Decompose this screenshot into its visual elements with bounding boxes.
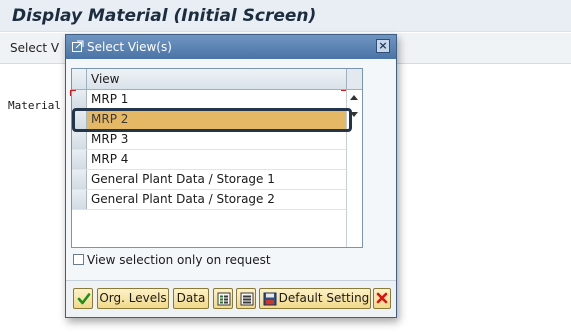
material-label: Material bbox=[8, 99, 61, 112]
row-label: MRP 3 bbox=[91, 132, 129, 146]
table-row[interactable]: General Plant Data / Storage 2 bbox=[72, 190, 346, 210]
view-selection-label: View selection only on request bbox=[87, 253, 271, 267]
table-header: View bbox=[72, 69, 362, 90]
deselect-all-icon bbox=[240, 292, 254, 306]
dialog-window-icon bbox=[72, 40, 84, 52]
select-all-icon bbox=[217, 292, 231, 306]
red-corner-marker bbox=[70, 90, 76, 96]
select-views-button[interactable]: Select V bbox=[10, 33, 59, 63]
scroll-up-icon[interactable] bbox=[350, 95, 358, 100]
dialog-titlebar[interactable]: Select View(s) × bbox=[66, 35, 396, 59]
row-label: General Plant Data / Storage 2 bbox=[91, 192, 275, 206]
confirm-button[interactable] bbox=[73, 288, 93, 309]
row-label: General Plant Data / Storage 1 bbox=[91, 172, 275, 186]
row-selector[interactable] bbox=[72, 130, 87, 149]
table-row[interactable]: MRP 3 bbox=[72, 130, 346, 150]
select-all-button[interactable] bbox=[213, 288, 233, 309]
close-icon: × bbox=[378, 39, 388, 52]
close-button[interactable]: × bbox=[376, 39, 390, 53]
view-selection-checkbox[interactable] bbox=[73, 254, 84, 265]
row-selector[interactable] bbox=[70, 90, 87, 109]
row-selector[interactable] bbox=[72, 190, 87, 209]
row-selector[interactable] bbox=[72, 170, 87, 189]
table-settings-corner[interactable] bbox=[346, 69, 362, 89]
select-views-dialog: Select View(s) × View MRP 1 MRP 2 MRP 3 … bbox=[65, 34, 397, 318]
row-label: MRP 4 bbox=[91, 152, 129, 166]
app-title-bar: Display Material (Initial Screen) bbox=[0, 0, 571, 32]
dialog-title: Select View(s) bbox=[87, 40, 172, 54]
page-title: Display Material (Initial Screen) bbox=[12, 6, 317, 26]
default-setting-label: Default Setting bbox=[278, 291, 370, 305]
view-table: View MRP 1 MRP 2 MRP 3 MRP 4 General Pla… bbox=[70, 68, 363, 248]
data-button[interactable]: Data bbox=[173, 288, 209, 309]
row-label: MRP 1 bbox=[91, 92, 129, 106]
save-icon bbox=[263, 292, 277, 306]
selected-row-highlight bbox=[72, 108, 352, 132]
red-x-icon bbox=[376, 292, 388, 304]
select-all-column-header[interactable] bbox=[72, 69, 87, 89]
column-header-view: View bbox=[91, 72, 120, 86]
green-check-icon bbox=[77, 293, 91, 305]
table-row[interactable]: MRP 1 bbox=[70, 90, 347, 110]
dialog-footer-toolbar: Org. Levels Data Default Setting bbox=[66, 280, 396, 317]
cancel-button[interactable] bbox=[373, 288, 391, 309]
org-levels-button[interactable]: Org. Levels bbox=[97, 288, 169, 309]
deselect-all-button[interactable] bbox=[236, 288, 256, 309]
table-row[interactable]: General Plant Data / Storage 1 bbox=[72, 170, 346, 190]
table-row[interactable]: MRP 4 bbox=[72, 150, 346, 170]
default-setting-button[interactable]: Default Setting bbox=[259, 288, 371, 309]
row-selector[interactable] bbox=[72, 150, 87, 169]
